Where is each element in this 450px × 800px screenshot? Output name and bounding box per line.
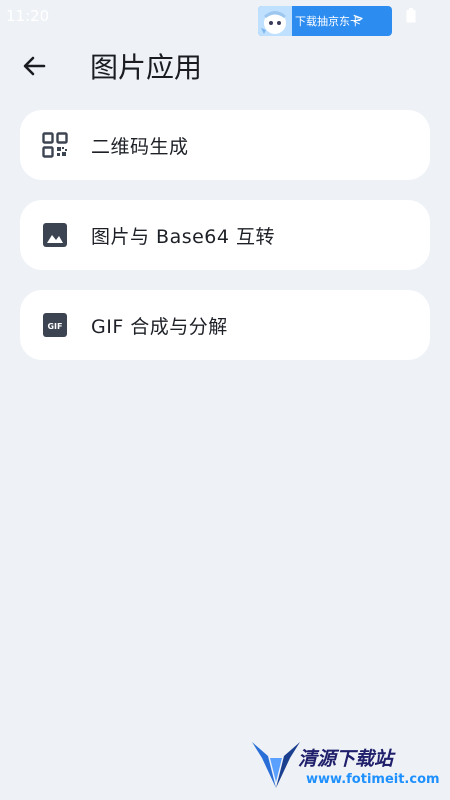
watermark-logo: 清源下载站 www.fotimeit.com [248, 736, 440, 796]
svg-text:GIF: GIF [47, 322, 62, 331]
menu-item-label: GIF 合成与分解 [91, 316, 228, 338]
watermark-url: www.fotimeit.com [306, 772, 440, 787]
gif-icon: GIF [43, 313, 67, 337]
menu-list: 二维码生成 图片与 Base64 互转 GIF GIF 合成与分解 [20, 110, 430, 380]
promo-badge[interactable]: 下载抽京东卡 > [258, 6, 392, 36]
battery-icon [406, 8, 416, 23]
status-time: 11:20 [6, 7, 50, 25]
app-bar: 图片应用 [0, 36, 450, 96]
back-arrow-icon[interactable] [18, 50, 50, 82]
promo-text: 下载抽京东卡 [295, 15, 361, 28]
page-title: 图片应用 [90, 51, 203, 84]
menu-item-label: 图片与 Base64 互转 [91, 226, 276, 248]
site-logo-icon [252, 742, 300, 788]
menu-item-qr-code[interactable]: 二维码生成 [20, 110, 430, 180]
image-icon [43, 223, 67, 247]
menu-item-label: 二维码生成 [91, 136, 189, 158]
watermark-title: 清源下载站 [298, 748, 394, 770]
menu-item-base64[interactable]: 图片与 Base64 互转 [20, 200, 430, 270]
mascot-avatar-icon [258, 6, 292, 36]
chevron-right-icon: > [352, 11, 364, 27]
menu-item-gif[interactable]: GIF GIF 合成与分解 [20, 290, 430, 360]
qr-code-icon [42, 132, 68, 158]
